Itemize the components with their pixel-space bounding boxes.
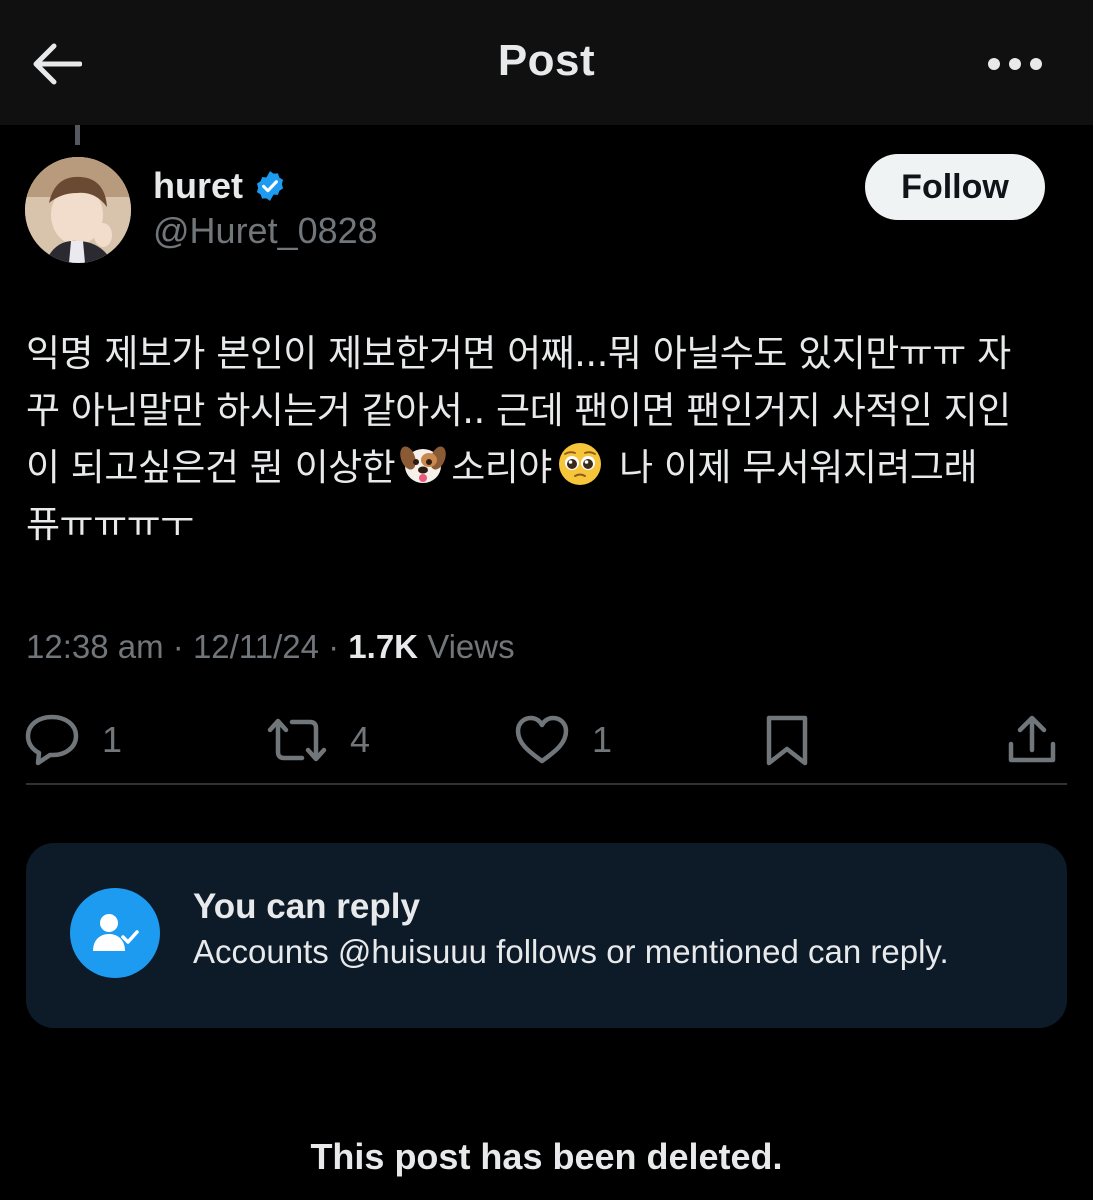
views-label[interactable]: Views: [427, 628, 514, 665]
tweet-line: 익명 제보가 본인이 제보한거면 어째...뭐 아닐수도 있지만ㅠㅠ 자: [26, 332, 1011, 375]
reply-count: 1: [102, 719, 123, 760]
reply-restriction-title: You can reply: [193, 887, 420, 926]
bookmark-button[interactable]: [764, 700, 810, 780]
tweet-text-segment: 이 되고싶은건 뭔 이상한: [26, 446, 396, 489]
thread-connector-line: [75, 125, 80, 145]
divider: [26, 783, 1067, 785]
more-horizontal-icon: [988, 58, 1042, 70]
pleading-face-emoji: [558, 443, 601, 485]
author-handle[interactable]: @Huret_0828: [153, 210, 378, 252]
action-bar: 1 4 1: [0, 700, 1093, 780]
bookmark-icon: [766, 715, 808, 766]
tweet-line: 꾸 아닌말만 하시는거 같아서.. 근데 팬이면 팬인거지 사적인 지인: [26, 389, 1011, 432]
reply-button[interactable]: 1: [24, 700, 122, 780]
like-button[interactable]: 1: [514, 700, 612, 780]
post-date: 12/11/24: [192, 628, 319, 665]
share-icon: [1008, 715, 1056, 763]
dog-face-emoji: [400, 446, 446, 483]
reply-permission-badge: [70, 888, 160, 978]
page-title: Post: [497, 36, 596, 85]
repost-count: 4: [350, 719, 371, 760]
avatar[interactable]: [25, 157, 131, 263]
heart-icon: [515, 715, 569, 764]
display-name[interactable]: huret: [153, 165, 243, 207]
tweet-line-with-emoji: 이 되고싶은건 뭔 이상한 소리야 나 이제 무서워지려그래: [26, 439, 1071, 496]
reply-icon: [25, 714, 79, 766]
avatar-image: [25, 157, 131, 263]
verified-badge-icon: [256, 171, 284, 201]
tweet-text: 익명 제보가 본인이 제보한거면 어째...뭐 아닐수도 있지만ㅠㅠ 자 꾸 아…: [26, 325, 1071, 553]
repost-button[interactable]: 4: [266, 700, 370, 780]
post-meta: 12:38 am · 12/11/24 · 1.7K Views: [26, 628, 515, 666]
deleted-post-notice: This post has been deleted.: [310, 1136, 783, 1177]
more-options-button[interactable]: [980, 44, 1050, 84]
tweet-line: 퓨ㅠㅠㅠㅜ: [26, 503, 194, 546]
post-time: 12:38 am: [26, 628, 164, 665]
top-bar: Post: [0, 0, 1093, 125]
follow-button[interactable]: Follow: [865, 154, 1045, 220]
meta-separator: ·: [328, 628, 340, 665]
repost-icon: [267, 718, 327, 762]
tweet-text-segment: 소리야: [451, 446, 552, 489]
reply-restriction-description: Accounts @huisuuu follows or mentioned c…: [193, 933, 949, 970]
author-name-row[interactable]: huret: [153, 165, 287, 207]
tweet-text-segment: 나 이제 무서워지려그래: [619, 446, 978, 489]
meta-separator: ·: [172, 628, 184, 665]
user-check-icon: [93, 914, 139, 951]
share-button[interactable]: [1006, 700, 1058, 780]
views-count[interactable]: 1.7K: [348, 628, 418, 665]
like-count: 1: [592, 719, 613, 760]
reply-restriction-card: You can reply Accounts @huisuuu follows …: [26, 843, 1067, 1028]
